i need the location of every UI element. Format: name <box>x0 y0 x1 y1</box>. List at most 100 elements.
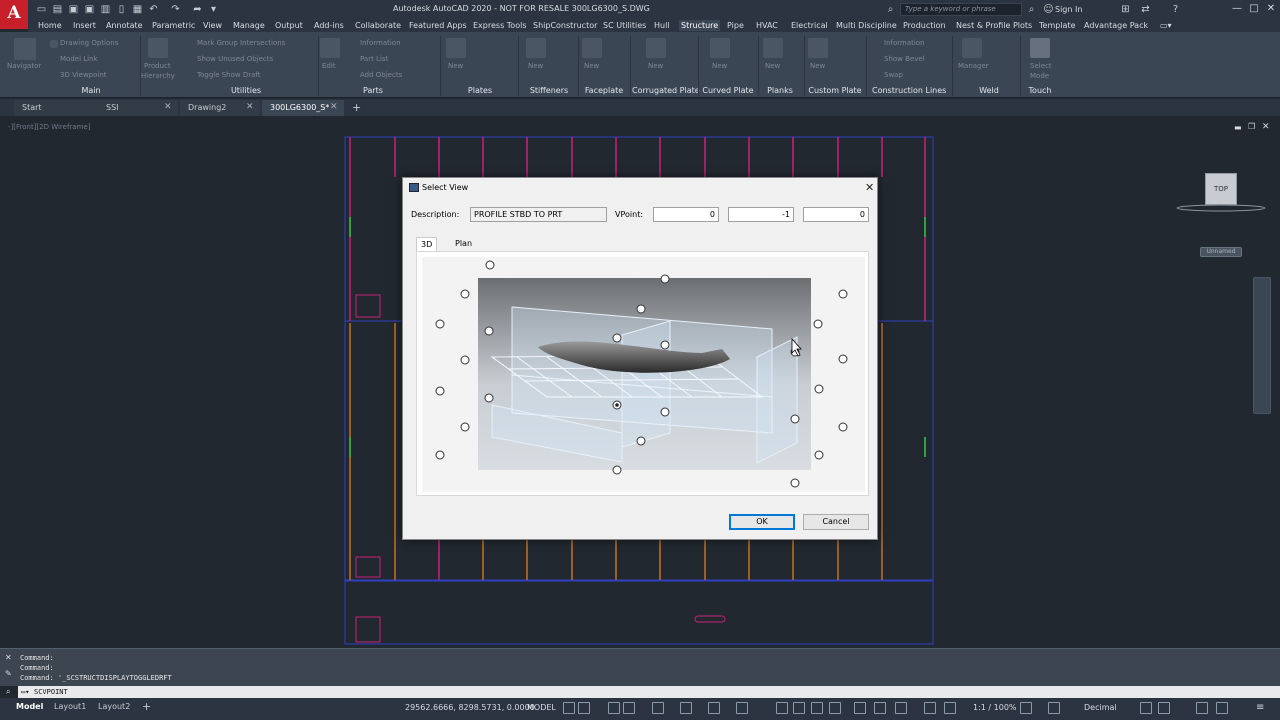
product-hierarchy-label-1[interactable]: Product <box>144 62 171 70</box>
select-mode-icon[interactable] <box>1030 38 1050 58</box>
polar-icon[interactable] <box>623 702 635 714</box>
add-icon[interactable] <box>1048 702 1060 714</box>
file-tab-300lg6300-s[interactable]: 300LG6300_S* ✕ <box>262 100 344 116</box>
ucs-menu[interactable]: Unnamed <box>1200 247 1242 257</box>
save-as-icon[interactable]: ▣ <box>84 4 95 15</box>
menu-icon[interactable]: ≡ <box>1256 702 1264 713</box>
ribbon-options-icon[interactable]: ▭▾ <box>1158 20 1174 31</box>
curved-new-icon[interactable] <box>710 38 730 58</box>
tab-pipe[interactable]: Pipe <box>725 20 746 31</box>
tab-3d[interactable]: 3D <box>416 237 438 251</box>
panel-touch[interactable]: Touch <box>1022 86 1058 98</box>
cancel-button[interactable]: Cancel <box>803 514 869 530</box>
tab-output[interactable]: Output <box>273 20 305 31</box>
tab-sc-utilities[interactable]: SC Utilities <box>601 20 648 31</box>
file-tab-drawing2[interactable]: Drawing2 ✕ <box>180 100 260 116</box>
weld-manager-icon[interactable] <box>962 38 982 58</box>
close-icon[interactable]: ✕ <box>246 100 254 115</box>
autocad-logo[interactable]: A <box>0 0 28 29</box>
search-icon[interactable]: ⌕ <box>1026 4 1037 15</box>
add-layout-icon[interactable]: + <box>138 700 155 714</box>
tab-hull[interactable]: Hull <box>652 20 672 31</box>
isodraft-icon[interactable] <box>708 702 720 714</box>
tab-advantage-pack[interactable]: Advantage Pack <box>1082 20 1150 31</box>
tab-manage[interactable]: Manage <box>231 20 267 31</box>
custom-plate-new-icon[interactable] <box>808 38 828 58</box>
tab-collaborate[interactable]: Collaborate <box>353 20 403 31</box>
new-tab-icon[interactable]: + <box>346 100 366 116</box>
tab-home[interactable]: Home <box>36 20 64 31</box>
edit-label[interactable]: Edit <box>322 62 336 70</box>
viewcube[interactable]: TOP <box>1205 173 1237 205</box>
toggle-draft-label[interactable]: Toggle Show Draft <box>197 71 261 79</box>
tab-shipconstructor[interactable]: ShipConstructor <box>531 20 599 31</box>
tab-express-tools[interactable]: Express Tools <box>471 20 529 31</box>
information-label[interactable]: Information <box>360 39 401 47</box>
panel-construction-lines[interactable]: Construction Lines <box>872 86 946 98</box>
stiffener-new-label[interactable]: New <box>528 62 543 70</box>
panel-curved-plate[interactable]: Curved Plate <box>700 86 756 98</box>
selection-cycling-icon[interactable] <box>793 702 805 714</box>
vpoint-y-field[interactable]: -1 <box>728 207 794 222</box>
model-space-toggle[interactable]: MODEL <box>527 703 556 712</box>
file-tab-start[interactable]: Start <box>14 100 99 116</box>
tab-plan[interactable]: Plan <box>451 237 476 250</box>
add-objects-label[interactable]: Add Objects <box>360 71 402 79</box>
maximize-icon[interactable]: □ <box>1247 2 1261 16</box>
panel-custom-plate[interactable]: Custom Plate <box>806 86 864 98</box>
user-icon[interactable]: ☺ <box>1043 4 1054 15</box>
file-tab-ssi[interactable]: SSI ✕ <box>98 100 178 116</box>
panel-utilities[interactable]: Utilities <box>215 86 277 98</box>
hardware-accel-icon[interactable] <box>1158 702 1170 714</box>
close-icon[interactable]: ✕ <box>5 653 12 662</box>
tab-nest-profile-plots[interactable]: Nest & Profile Plots <box>954 20 1034 31</box>
tab-layout2[interactable]: Layout2 <box>94 700 134 714</box>
stiffener-new-icon[interactable] <box>526 38 546 58</box>
command-input[interactable]: ▭▾ SCVPOINT <box>18 686 1280 698</box>
close-icon[interactable]: ✕ <box>164 100 172 115</box>
save-icon[interactable]: ▣ <box>68 4 79 15</box>
swap-label[interactable]: Swap <box>884 71 903 79</box>
minimize-icon[interactable]: — <box>1230 2 1244 16</box>
panel-planks[interactable]: Planks <box>760 86 800 98</box>
annotation-icon[interactable] <box>736 702 748 714</box>
edit-icon[interactable] <box>320 38 340 58</box>
navigator-label[interactable]: Navigator <box>7 62 41 70</box>
tab-hvac[interactable]: HVAC <box>754 20 780 31</box>
share-icon[interactable]: ➦ <box>192 4 203 15</box>
show-bevel-label[interactable]: Show Bevel <box>884 55 925 63</box>
select-mode-label-2[interactable]: Mode <box>1030 72 1049 80</box>
annotation-scale[interactable]: 1:1 / 100% <box>973 703 1017 712</box>
tab-electrical[interactable]: Electrical <box>789 20 830 31</box>
description-field[interactable]: PROFILE STBD TO PRT <box>470 207 607 222</box>
ortho-icon[interactable] <box>608 702 620 714</box>
planks-new-icon[interactable] <box>763 38 783 58</box>
tab-parametric[interactable]: Parametric <box>150 20 197 31</box>
panel-parts[interactable]: Parts <box>342 86 404 98</box>
custom-plate-new-label[interactable]: New <box>810 62 825 70</box>
tab-production[interactable]: Production <box>901 20 948 31</box>
tab-multi-discipline[interactable]: Multi Discipline <box>834 20 899 31</box>
curved-new-label[interactable]: New <box>712 62 727 70</box>
tab-view[interactable]: View <box>201 20 224 31</box>
customization-icon[interactable] <box>1216 702 1228 714</box>
navigation-bar[interactable] <box>1253 277 1271 414</box>
close-icon[interactable]: ✕ <box>865 181 874 194</box>
customize-icon[interactable]: ▾ <box>208 4 219 15</box>
cart-icon[interactable]: ⊞ <box>1120 4 1131 15</box>
plate-new-label[interactable]: New <box>448 62 463 70</box>
lineweight-icon[interactable] <box>680 702 692 714</box>
part-list-label[interactable]: Part List <box>360 55 388 63</box>
tab-add-ins[interactable]: Add-ins <box>312 20 346 31</box>
select-mode-label-1[interactable]: Select <box>1030 62 1052 70</box>
tab-insert[interactable]: Insert <box>71 20 98 31</box>
tab-layout1[interactable]: Layout1 <box>50 700 90 714</box>
wrench-icon[interactable]: ✎ <box>5 669 12 678</box>
gizmo-icon[interactable] <box>854 702 866 714</box>
panel-faceplate[interactable]: Faceplate <box>580 86 628 98</box>
tab-annotate[interactable]: Annotate <box>104 20 145 31</box>
undo-icon[interactable]: ↶ <box>148 4 159 15</box>
exchange-icon[interactable]: ⇄ <box>1140 4 1151 15</box>
view-cube-diagram[interactable] <box>422 257 865 492</box>
panel-plates[interactable]: Plates <box>452 86 508 98</box>
